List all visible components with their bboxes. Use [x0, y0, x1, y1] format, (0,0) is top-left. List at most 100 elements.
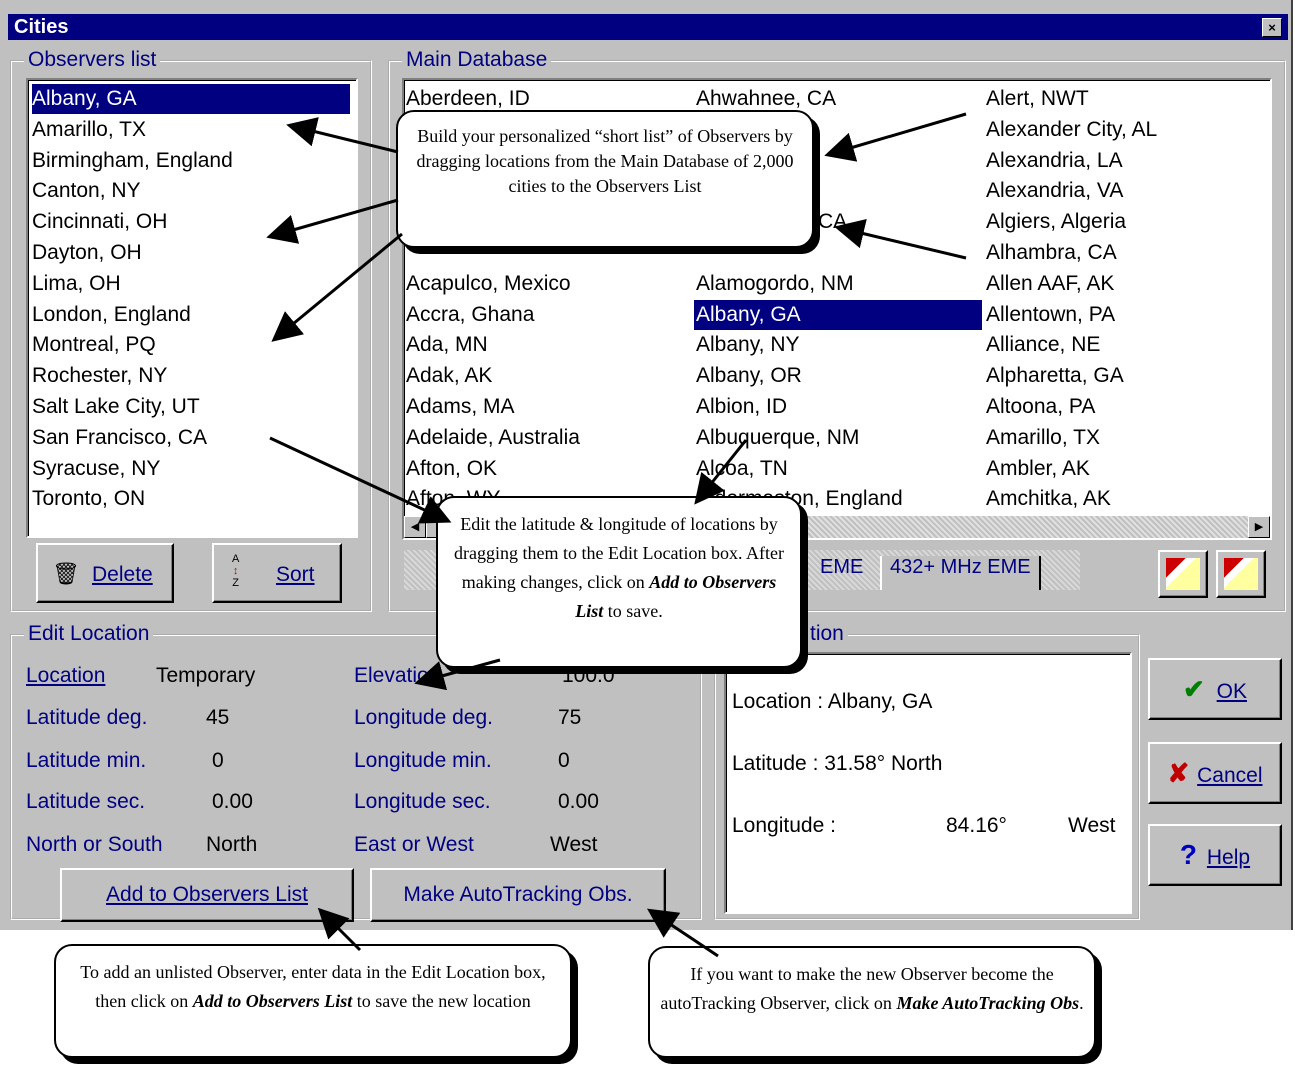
- database-list-item[interactable]: Adak, AK: [404, 361, 692, 391]
- info-latitude: Latitude : 31.58° North: [732, 752, 943, 775]
- database-list-item[interactable]: Alert, NWT: [984, 84, 1270, 114]
- sort-label: Sort: [276, 563, 315, 586]
- question-icon: ?: [1179, 839, 1198, 870]
- observer-list-item[interactable]: Amarillo, TX: [32, 115, 146, 145]
- database-list-item[interactable]: Allentown, PA: [984, 300, 1270, 330]
- database-list-item[interactable]: Amchitka, AK: [984, 484, 1270, 514]
- database-list-item[interactable]: Acapulco, Mexico: [404, 269, 692, 299]
- database-list-item[interactable]: Alcoa, TN: [694, 454, 982, 484]
- latitude-min-label: Latitude min.: [26, 749, 147, 772]
- east-west-value[interactable]: West: [550, 833, 597, 857]
- checkmark-icon: ✔: [1183, 674, 1205, 704]
- database-list-item[interactable]: Albany, NY: [694, 330, 982, 360]
- longitude-min-label: Longitude min.: [354, 749, 492, 772]
- database-list-item-partial[interactable]: CA: [816, 207, 876, 237]
- sort-az-icon: A ↕ Z: [232, 553, 240, 589]
- longitude-deg-label: Longitude deg.: [354, 706, 493, 729]
- longitude-deg-value[interactable]: 75: [558, 706, 581, 730]
- observer-list-item[interactable]: Cincinnati, OH: [32, 207, 167, 237]
- observer-list-item[interactable]: Albany, GA: [32, 84, 350, 114]
- observer-list-item[interactable]: Dayton, OH: [32, 238, 142, 268]
- sort-button[interactable]: A ↕ Z Sort: [212, 543, 342, 603]
- database-list-item[interactable]: Afton, OK: [404, 454, 692, 484]
- make-autotracking-button[interactable]: Make AutoTracking Obs.: [370, 868, 666, 922]
- database-list-item[interactable]: Accra, Ghana: [404, 300, 692, 330]
- longitude-min-value[interactable]: 0: [558, 749, 570, 773]
- latitude-deg-label: Latitude deg.: [26, 706, 148, 729]
- flashlight-dots-icon: [1224, 558, 1258, 590]
- title-bar: Cities ×: [8, 14, 1288, 40]
- info-location: Location : Albany, GA: [732, 690, 933, 713]
- longitude-sec-label: Longitude sec.: [354, 790, 491, 813]
- observer-list-item[interactable]: Montreal, PQ: [32, 330, 156, 360]
- observer-list-item[interactable]: Birmingham, England: [32, 146, 233, 176]
- cancel-button[interactable]: ✘ Cancel: [1148, 742, 1282, 804]
- database-list-item[interactable]: Alexander City, AL: [984, 115, 1270, 145]
- flashlight-button[interactable]: [1158, 550, 1208, 598]
- location-value[interactable]: Temporary: [156, 664, 255, 688]
- latitude-deg-value[interactable]: 45: [206, 706, 229, 730]
- callout-edit-location: Edit the latitude & longitude of locatio…: [436, 496, 802, 668]
- database-list-item[interactable]: Albany, GA: [694, 299, 982, 330]
- location-info-label: tion: [806, 622, 848, 646]
- database-list-item[interactable]: Amarillo, TX: [984, 423, 1270, 453]
- flashlight-search-button[interactable]: [1216, 550, 1266, 598]
- observers-group-label: Observers list: [24, 48, 161, 72]
- database-list-item[interactable]: Alpharetta, GA: [984, 361, 1270, 391]
- edit-location-label: Edit Location: [24, 622, 154, 646]
- database-list-item[interactable]: Algiers, Algeria: [984, 207, 1270, 237]
- observer-list-item[interactable]: London, England: [32, 300, 191, 330]
- observer-list-item[interactable]: Lima, OH: [32, 269, 121, 299]
- database-list-item[interactable]: Ambler, AK: [984, 454, 1270, 484]
- north-south-label: North or South: [26, 833, 163, 856]
- callout-add-observer: To add an unlisted Observer, enter data …: [54, 944, 572, 1058]
- east-west-label: East or West: [354, 833, 474, 856]
- database-list-item[interactable]: Altoona, PA: [984, 392, 1270, 422]
- observer-list-item[interactable]: Rochester, NY: [32, 361, 167, 391]
- observer-list-item[interactable]: Salt Lake City, UT: [32, 392, 200, 422]
- close-button[interactable]: ×: [1262, 18, 1282, 37]
- database-list-item[interactable]: Albany, OR: [694, 361, 982, 391]
- database-list-item[interactable]: Adams, MA: [404, 392, 692, 422]
- observer-list-item[interactable]: San Francisco, CA: [32, 423, 207, 453]
- database-list-item[interactable]: Albion, ID: [694, 392, 982, 422]
- x-icon: ✘: [1167, 758, 1190, 788]
- database-list-item[interactable]: Alamogordo, NM: [694, 269, 982, 299]
- add-to-observers-button[interactable]: Add to Observers List: [60, 868, 354, 922]
- observer-list-item[interactable]: Canton, NY: [32, 176, 141, 206]
- north-south-value[interactable]: North: [206, 833, 257, 857]
- tab-432-mhz-eme[interactable]: 432+ MHz EME: [880, 556, 1041, 590]
- info-longitude-label: Longitude :: [732, 814, 836, 837]
- location-info-box: Location : Albany, GA Latitude : 31.58° …: [724, 652, 1132, 914]
- callout-autotracking: If you want to make the new Observer bec…: [648, 946, 1096, 1058]
- database-list-item[interactable]: Alexandria, LA: [984, 146, 1270, 176]
- latitude-min-value[interactable]: 0: [212, 749, 224, 773]
- observer-list-item[interactable]: Syracuse, NY: [32, 454, 160, 484]
- observers-listbox[interactable]: Albany, GA Amarillo, TX Birmingham, Englan…: [26, 78, 358, 538]
- delete-label: Delete: [92, 563, 153, 586]
- observer-list-item[interactable]: Toronto, ON: [32, 484, 145, 514]
- database-list-item[interactable]: Alliance, NE: [984, 330, 1270, 360]
- longitude-sec-value[interactable]: 0.00: [558, 790, 599, 814]
- database-list-item[interactable]: Allen AAF, AK: [984, 269, 1270, 299]
- scroll-left-button[interactable]: ◀: [404, 516, 426, 538]
- latitude-sec-label: Latitude sec.: [26, 790, 146, 813]
- main-database-label: Main Database: [402, 48, 552, 72]
- tab-eme[interactable]: EME: [820, 556, 863, 590]
- database-list-item[interactable]: Alhambra, CA: [984, 238, 1270, 268]
- database-list-item[interactable]: Ada, MN: [404, 330, 692, 360]
- info-longitude-value: 84.16°: [946, 814, 1007, 837]
- latitude-sec-value[interactable]: 0.00: [212, 790, 253, 814]
- info-longitude-dir: West: [1068, 814, 1116, 837]
- ok-button[interactable]: ✔ OK: [1148, 658, 1282, 720]
- database-list-item[interactable]: Adelaide, Australia: [404, 423, 692, 453]
- window-title: Cities: [14, 16, 69, 38]
- database-list-item[interactable]: Alexandria, VA: [984, 176, 1270, 206]
- database-list-item[interactable]: Albuquerque, NM: [694, 423, 982, 453]
- elevation-label: Elevation: [354, 664, 441, 687]
- scroll-right-button[interactable]: ▶: [1248, 516, 1270, 538]
- location-link[interactable]: Location: [26, 664, 105, 688]
- flashlight-icon: [1166, 558, 1200, 590]
- help-button[interactable]: ? Help: [1148, 824, 1282, 886]
- delete-button[interactable]: 🗑 Delete: [36, 543, 174, 603]
